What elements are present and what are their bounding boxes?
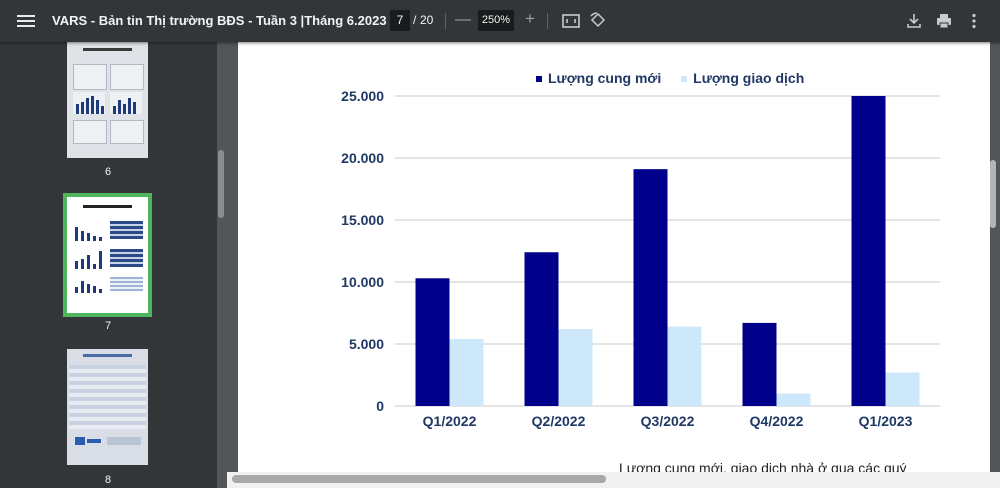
bar-transactions: [776, 393, 811, 406]
bar-transactions: [885, 372, 920, 406]
bar-supply: [633, 169, 668, 406]
sidebar-scrollbar[interactable]: [218, 150, 224, 218]
viewer-gutter: [228, 42, 238, 472]
thumbnail-label: 7: [104, 320, 112, 332]
x-tick-label: Q1/2022: [423, 413, 477, 429]
more-vert-icon[interactable]: [964, 11, 984, 31]
zoom-out-button[interactable]: —: [454, 10, 472, 30]
bar-supply: [742, 322, 777, 406]
bar-transactions: [449, 339, 484, 406]
bar-supply: [851, 96, 886, 406]
fit-page-icon[interactable]: [561, 11, 581, 31]
rotate-icon[interactable]: [588, 11, 608, 31]
y-tick-label: 0: [376, 398, 384, 414]
pdf-toolbar: VARS - Bản tin Thị trường BĐS - Tuần 3 |…: [0, 0, 1000, 42]
y-tick-label: 5.000: [349, 336, 384, 352]
x-tick-label: Q1/2023: [859, 413, 913, 429]
page-thumbnail-7[interactable]: [63, 193, 152, 317]
thumbnail-label: 8: [104, 474, 112, 486]
bar-transactions: [667, 326, 702, 406]
bar-supply: [415, 278, 450, 406]
zoom-level-input[interactable]: 250%: [478, 10, 514, 31]
print-icon[interactable]: [934, 11, 954, 31]
bar-transactions: [558, 329, 593, 406]
x-tick-label: Q3/2022: [641, 413, 695, 429]
document-title: VARS - Bản tin Thị trường BĐS - Tuần 3 |…: [52, 13, 387, 28]
zoom-in-button[interactable]: +: [521, 9, 539, 29]
x-tick-label: Q2/2022: [532, 413, 586, 429]
y-tick-label: 25.000: [341, 88, 384, 104]
download-icon[interactable]: [904, 11, 924, 31]
bar-chart: 0 5.000 10.000 15.000 20.000 25.000 Q1/2022 Q2/…: [341, 88, 940, 429]
y-tick-label: 10.000: [341, 274, 384, 290]
toolbar-divider: [547, 13, 548, 29]
page-thumbnail-8[interactable]: [67, 349, 148, 465]
toolbar-divider: [445, 13, 446, 29]
thumbnail-label: 6: [104, 166, 112, 178]
page-separator: /: [413, 13, 417, 27]
page-thumbnail-6[interactable]: [67, 42, 148, 158]
x-tick-label: Q4/2022: [750, 413, 804, 429]
menu-icon[interactable]: [17, 12, 35, 30]
bar-supply: [524, 252, 559, 406]
horizontal-scrollbar[interactable]: [232, 475, 606, 483]
thumbnail-sidebar: 6 7 8: [0, 42, 217, 488]
page-total: 20: [420, 13, 434, 27]
page-number-input[interactable]: 7: [390, 10, 410, 31]
y-tick-label: 15.000: [341, 212, 384, 228]
page-scrollbar[interactable]: [990, 160, 996, 228]
y-tick-label: 20.000: [341, 150, 384, 166]
